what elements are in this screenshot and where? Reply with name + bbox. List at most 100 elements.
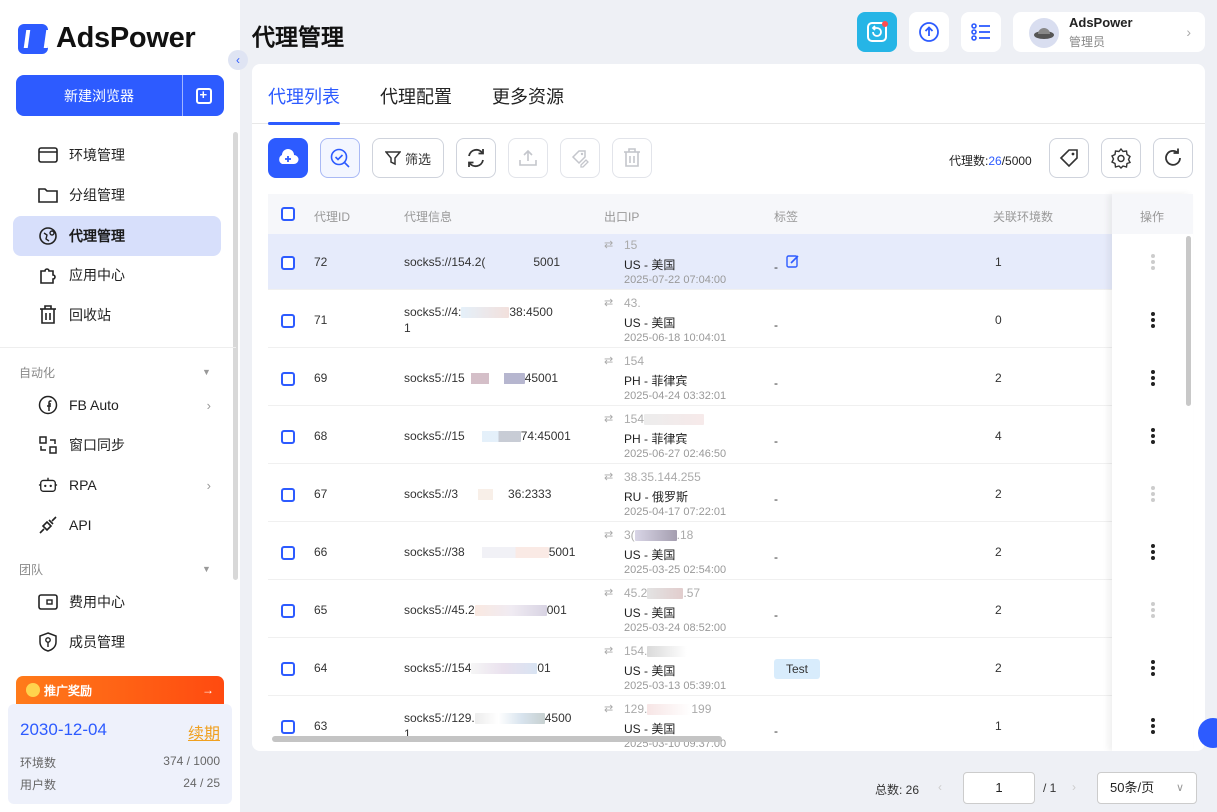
row-more-icon[interactable] — [1150, 310, 1156, 330]
sidebar-item-window-sync[interactable]: 窗口同步 — [13, 425, 221, 465]
tab-proxy-config[interactable]: 代理配置 — [380, 83, 452, 109]
brand-logo[interactable]: AdsPower — [18, 22, 196, 55]
export-button[interactable] — [508, 138, 548, 178]
sidebar-item-billing[interactable]: 费用中心 — [13, 582, 221, 622]
row-more-icon[interactable] — [1150, 716, 1156, 736]
select-all-checkbox[interactable] — [281, 207, 295, 221]
table-row[interactable]: 69 socks5://15 45001 ⇄ 154 PH - 菲律宾 2025-… — [268, 350, 1193, 406]
gear-icon — [1111, 147, 1131, 169]
row-more-icon[interactable] — [1150, 484, 1156, 504]
sidebar-item-environments[interactable]: 环境管理 — [13, 135, 221, 175]
filter-button[interactable]: 筛选 — [372, 138, 444, 178]
section-collapse-icon[interactable]: ▼ — [202, 564, 211, 574]
sidebar-item-recycle-bin[interactable]: 回收站 — [13, 295, 221, 335]
sidebar-item-groups[interactable]: 分组管理 — [13, 175, 221, 215]
sync-status-button[interactable] — [857, 12, 897, 52]
upload-button[interactable] — [909, 12, 949, 52]
sidebar-item-proxies[interactable]: 代理管理 — [13, 216, 221, 256]
edit-tag-button[interactable] — [560, 138, 600, 178]
next-page-button[interactable]: › — [1072, 780, 1076, 794]
row-more-icon[interactable] — [1150, 252, 1156, 272]
row-checkbox[interactable] — [281, 662, 295, 676]
sidebar-item-app-center[interactable]: 应用中心 — [13, 255, 221, 295]
table-row[interactable]: 72 socks5://154.2(5001 ⇄ 15 US - 美国 2025… — [268, 234, 1193, 290]
exit-ip: 154 — [624, 412, 705, 426]
sidebar-item-label: 代理管理 — [69, 228, 125, 244]
new-browser-button[interactable]: 新建浏览器 — [16, 75, 224, 116]
sidebar-item-members[interactable]: 成员管理 — [13, 622, 221, 662]
reload-button[interactable] — [1153, 138, 1193, 178]
sidebar-scrollbar[interactable] — [233, 132, 238, 580]
sidebar-item-label: 窗口同步 — [69, 437, 125, 453]
column-header-env-count[interactable]: 关联环境数 — [993, 208, 1053, 225]
proxy-id: 71 — [314, 313, 328, 327]
table-row[interactable]: 63 socks5://129. 4500 1 ⇄ 129. 199 US - 美国 … — [268, 698, 1193, 751]
collapse-sidebar-button[interactable]: ‹ — [228, 50, 248, 70]
row-checkbox[interactable] — [281, 314, 295, 328]
table-row[interactable]: 67 socks5://3 36:2333 ⇄ 38.35.144.255 RU … — [268, 466, 1193, 522]
table-vertical-scrollbar[interactable] — [1186, 236, 1191, 406]
proxy-info-prefix: socks5://154.2( — [404, 255, 486, 269]
table-row[interactable]: 64 socks5://154 01 ⇄ 154. US - 美国 2025-03… — [268, 640, 1193, 696]
row-checkbox[interactable] — [281, 720, 295, 734]
row-more-icon[interactable] — [1150, 600, 1156, 620]
add-proxy-button[interactable] — [268, 138, 308, 178]
sidebar-item-label: FB Auto — [69, 397, 119, 413]
proxy-info: socks5://154 01 — [404, 661, 551, 675]
check-proxy-button[interactable] — [320, 138, 360, 178]
trash-icon — [624, 148, 640, 167]
promo-banner[interactable]: 推广奖励 → — [16, 676, 224, 704]
renew-link[interactable]: 续期 — [188, 720, 220, 744]
plan-card: 2030-12-04 续期 环境数 374 / 1000 用户数 24 / 25 — [8, 704, 232, 804]
refresh-check-button[interactable] — [456, 138, 496, 178]
prev-page-button[interactable]: ‹ — [938, 780, 942, 794]
row-more-icon[interactable] — [1150, 368, 1156, 388]
exit-ip: 43. — [624, 296, 641, 310]
sidebar-item-api[interactable]: API — [13, 505, 221, 545]
row-checkbox[interactable] — [281, 488, 295, 502]
task-list-button[interactable] — [961, 12, 1001, 52]
row-more-icon[interactable] — [1150, 658, 1156, 678]
column-header-info[interactable]: 代理信息 — [404, 208, 452, 225]
add-square-icon — [195, 87, 212, 104]
refresh-icon — [1165, 148, 1181, 166]
tabs-divider — [252, 123, 1205, 124]
batch-create-button[interactable] — [183, 75, 224, 116]
ufo-avatar-icon — [1034, 28, 1054, 39]
settings-button[interactable] — [1101, 138, 1141, 178]
row-checkbox[interactable] — [281, 430, 295, 444]
table-row[interactable]: 68 socks5://15 74:45001 ⇄ 154 PH - 菲律宾 20… — [268, 408, 1193, 464]
new-browser-label[interactable]: 新建浏览器 — [16, 75, 183, 116]
table-row[interactable]: 65 socks5://45.2 001 ⇄ 45.2 .57 US - 美国 20… — [268, 582, 1193, 638]
tab-more-resources[interactable]: 更多资源 — [492, 83, 564, 109]
edit-tag-icon[interactable] — [786, 254, 800, 271]
cloud-upload-icon — [919, 22, 939, 42]
table-row[interactable]: 66 socks5://38 5001 ⇄ 3(.18 US - 美国 2025-… — [268, 524, 1193, 580]
row-more-icon[interactable] — [1150, 426, 1156, 446]
sidebar-item-fb-auto[interactable]: FB Auto › — [13, 385, 221, 425]
tab-proxy-list[interactable]: 代理列表 — [268, 83, 340, 109]
table-horizontal-scrollbar[interactable] — [272, 736, 722, 742]
delete-button[interactable] — [612, 138, 652, 178]
tag-value: - — [774, 376, 778, 390]
row-checkbox[interactable] — [281, 604, 295, 618]
page-number-input[interactable]: 1 — [963, 772, 1035, 804]
table-row[interactable]: 71 socks5://4: 38:4500 1 ⇄ 43. US - 美国 202… — [268, 292, 1193, 348]
tag-manage-button[interactable] — [1049, 138, 1089, 178]
page-size-select[interactable]: 50条/页 ∨ — [1097, 772, 1197, 804]
swap-arrows-icon: ⇄ — [604, 587, 614, 599]
row-checkbox[interactable] — [281, 256, 295, 270]
row-more-icon[interactable] — [1150, 542, 1156, 562]
row-checkbox[interactable] — [281, 372, 295, 386]
column-header-exit-ip[interactable]: 出口IP — [604, 208, 639, 225]
row-checkbox[interactable] — [281, 546, 295, 560]
section-collapse-icon[interactable]: ▼ — [202, 367, 211, 377]
swap-arrows-icon: ⇄ — [604, 645, 614, 657]
column-header-id[interactable]: 代理ID — [314, 208, 350, 225]
exit-location: US - 美国 — [624, 664, 676, 678]
column-header-tags[interactable]: 标签 — [774, 208, 798, 225]
user-menu[interactable]: AdsPower 管理员 › — [1013, 12, 1205, 52]
tag-value: - — [774, 724, 778, 738]
active-tab-indicator — [268, 122, 340, 125]
sidebar-item-rpa[interactable]: RPA › — [13, 465, 221, 505]
